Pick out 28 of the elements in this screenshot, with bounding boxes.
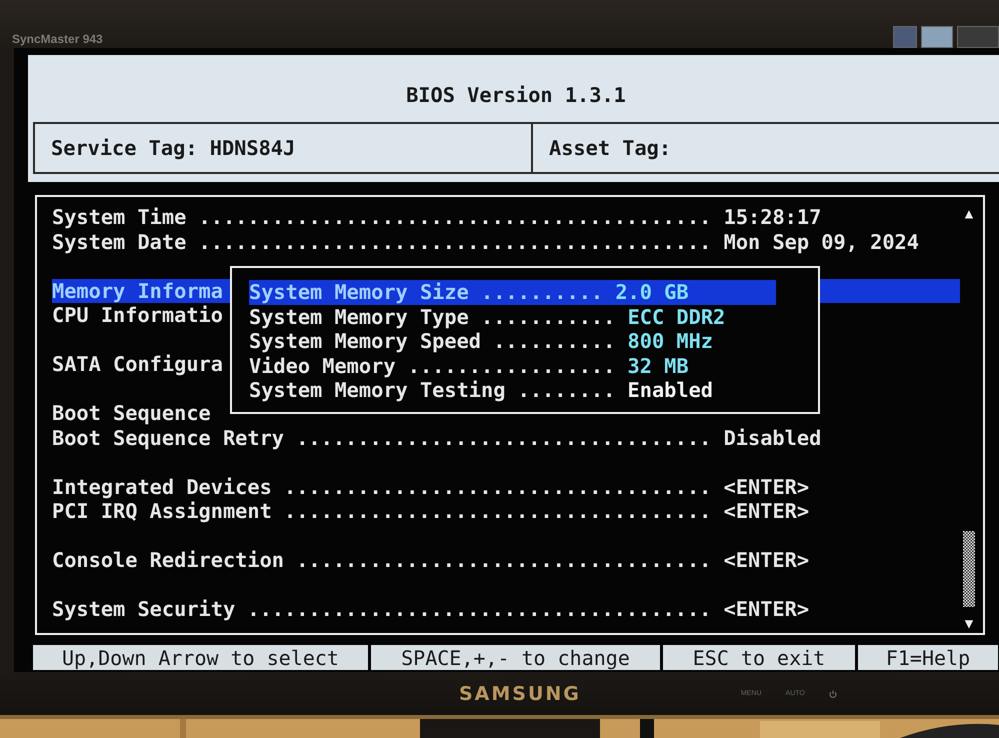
memory-info-row[interactable]: System Memory Speed .......... 800 MHz (249, 329, 776, 354)
memory-info-row[interactable]: System Memory Testing ........ Enabled (249, 378, 776, 402)
key-hint: SPACE,+,- to change (371, 645, 660, 670)
power-icon (828, 690, 837, 698)
model-label: SyncMaster 943 (12, 32, 103, 46)
memory-info-row[interactable]: System Memory Type ........... ECC DDR2 (249, 304, 776, 329)
service-tag: Service Tag: HDNS84J (35, 124, 533, 172)
sticker-icon (957, 26, 999, 48)
key-hint: Up,Down Arrow to select (33, 645, 368, 670)
menu-item[interactable]: System Date .......................................... Mon Sep 09, 2024 (52, 230, 960, 254)
scrollbar-thumb[interactable] (963, 531, 975, 607)
memory-info-row[interactable]: Video Memory ................. 32 MB (249, 354, 776, 378)
key-hint: F1=Help (858, 645, 998, 670)
bios-title: BIOS Version 1.3.1 (405, 82, 627, 109)
sticker-icon (893, 26, 917, 48)
menu-item[interactable]: Integrated Devices ................................... <ENTER> (52, 474, 960, 499)
menu-item[interactable]: System Time .......................................... 15:28:17 (52, 205, 960, 230)
key-hint: ESC to exit (663, 645, 855, 670)
menu-item[interactable]: PCI IRQ Assignment ................................... <ENTER> (52, 499, 960, 524)
menu-item[interactable]: System Security ...................................... <ENTER> (52, 597, 960, 622)
brand-logo: SAMSUNG (459, 682, 581, 704)
sticker-icon (921, 26, 953, 48)
memory-info-row[interactable]: System Memory Size .......... 2.0 GB (249, 280, 776, 304)
menu-item[interactable]: Console Redirection .................................. <ENTER> (52, 548, 960, 572)
scroll-up-arrow[interactable]: ▲ (964, 205, 974, 223)
scroll-down-arrow[interactable]: ▼ (964, 615, 974, 633)
menu-item[interactable]: Boot Sequence Retry .................................. Disabled (52, 426, 960, 450)
asset-tag: Asset Tag: (533, 124, 999, 172)
